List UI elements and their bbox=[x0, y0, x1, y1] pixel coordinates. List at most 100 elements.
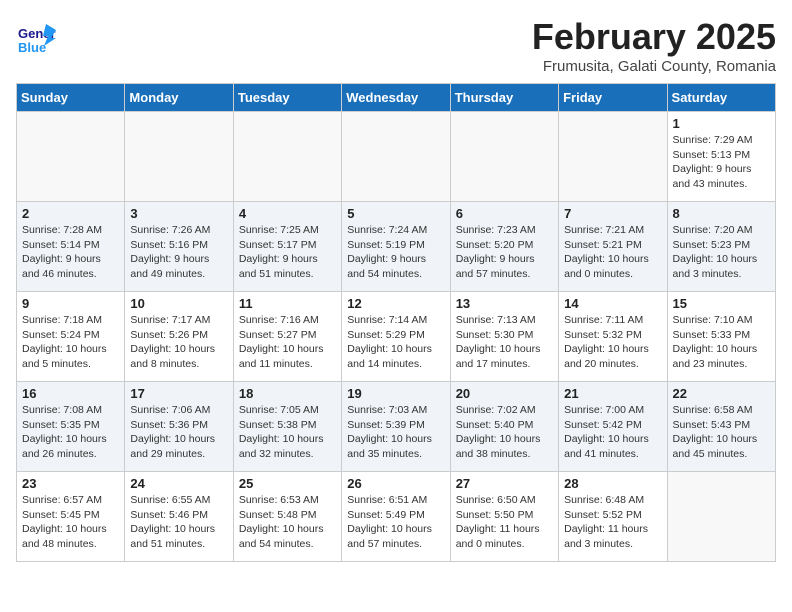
calendar-cell: 23 Sunrise: 6:57 AM Sunset: 5:45 PM Dayli… bbox=[17, 472, 125, 562]
calendar-cell bbox=[559, 112, 667, 202]
calendar-cell: 11 Sunrise: 7:16 AM Sunset: 5:27 PM Dayli… bbox=[233, 292, 341, 382]
day-number: 5 bbox=[347, 206, 444, 221]
calendar-cell bbox=[125, 112, 233, 202]
col-header-sunday: Sunday bbox=[17, 84, 125, 112]
calendar-cell: 18 Sunrise: 7:05 AM Sunset: 5:38 PM Dayli… bbox=[233, 382, 341, 472]
calendar-cell bbox=[17, 112, 125, 202]
day-info: Sunrise: 7:13 AM Sunset: 5:30 PM Dayligh… bbox=[456, 313, 553, 372]
logo-icon: General Blue bbox=[16, 16, 56, 56]
day-number: 13 bbox=[456, 296, 553, 311]
col-header-thursday: Thursday bbox=[450, 84, 558, 112]
day-info: Sunrise: 7:29 AM Sunset: 5:13 PM Dayligh… bbox=[673, 133, 770, 192]
calendar-cell: 15 Sunrise: 7:10 AM Sunset: 5:33 PM Dayli… bbox=[667, 292, 775, 382]
day-number: 27 bbox=[456, 476, 553, 491]
day-number: 12 bbox=[347, 296, 444, 311]
calendar-cell: 19 Sunrise: 7:03 AM Sunset: 5:39 PM Dayli… bbox=[342, 382, 450, 472]
day-info: Sunrise: 7:21 AM Sunset: 5:21 PM Dayligh… bbox=[564, 223, 661, 282]
day-info: Sunrise: 7:14 AM Sunset: 5:29 PM Dayligh… bbox=[347, 313, 444, 372]
location-subtitle: Frumusita, Galati County, Romania bbox=[532, 58, 776, 75]
day-number: 17 bbox=[130, 386, 227, 401]
calendar-cell: 17Sunrise: 7:06 AM Sunset: 5:36 PM Dayli… bbox=[125, 382, 233, 472]
day-info: Sunrise: 7:28 AM Sunset: 5:14 PM Dayligh… bbox=[22, 223, 119, 282]
calendar-week-row: 1 Sunrise: 7:29 AM Sunset: 5:13 PM Daylig… bbox=[17, 112, 776, 202]
calendar-cell: 2Sunrise: 7:28 AM Sunset: 5:14 PM Daylig… bbox=[17, 202, 125, 292]
day-info: Sunrise: 7:17 AM Sunset: 5:26 PM Dayligh… bbox=[130, 313, 227, 372]
day-info: Sunrise: 7:11 AM Sunset: 5:32 PM Dayligh… bbox=[564, 313, 661, 372]
calendar-cell bbox=[450, 112, 558, 202]
calendar-cell: 20Sunrise: 7:02 AM Sunset: 5:40 PM Dayli… bbox=[450, 382, 558, 472]
title-block: February 2025 Frumusita, Galati County, … bbox=[532, 16, 776, 75]
calendar-cell bbox=[667, 472, 775, 562]
day-number: 3 bbox=[130, 206, 227, 221]
calendar-cell: 1 Sunrise: 7:29 AM Sunset: 5:13 PM Daylig… bbox=[667, 112, 775, 202]
calendar-cell: 7 Sunrise: 7:21 AM Sunset: 5:21 PM Daylig… bbox=[559, 202, 667, 292]
day-number: 9 bbox=[22, 296, 119, 311]
day-info: Sunrise: 6:53 AM Sunset: 5:48 PM Dayligh… bbox=[239, 493, 336, 552]
calendar-cell bbox=[342, 112, 450, 202]
day-info: Sunrise: 7:00 AM Sunset: 5:42 PM Dayligh… bbox=[564, 403, 661, 462]
calendar-cell: 4 Sunrise: 7:25 AM Sunset: 5:17 PM Daylig… bbox=[233, 202, 341, 292]
day-info: Sunrise: 6:48 AM Sunset: 5:52 PM Dayligh… bbox=[564, 493, 661, 552]
calendar-cell: 3 Sunrise: 7:26 AM Sunset: 5:16 PM Daylig… bbox=[125, 202, 233, 292]
day-number: 1 bbox=[673, 116, 770, 131]
calendar-cell: 10 Sunrise: 7:17 AM Sunset: 5:26 PM Dayli… bbox=[125, 292, 233, 382]
day-number: 18 bbox=[239, 386, 336, 401]
day-number: 6 bbox=[456, 206, 553, 221]
day-info: Sunrise: 6:55 AM Sunset: 5:46 PM Dayligh… bbox=[130, 493, 227, 552]
calendar-cell: 26Sunrise: 6:51 AM Sunset: 5:49 PM Dayli… bbox=[342, 472, 450, 562]
day-info: Sunrise: 7:25 AM Sunset: 5:17 PM Dayligh… bbox=[239, 223, 336, 282]
day-number: 25 bbox=[239, 476, 336, 491]
calendar-week-row: 9 Sunrise: 7:18 AM Sunset: 5:24 PM Daylig… bbox=[17, 292, 776, 382]
day-number: 10 bbox=[130, 296, 227, 311]
day-info: Sunrise: 6:50 AM Sunset: 5:50 PM Dayligh… bbox=[456, 493, 553, 552]
calendar-cell: 14 Sunrise: 7:11 AM Sunset: 5:32 PM Dayli… bbox=[559, 292, 667, 382]
day-info: Sunrise: 6:58 AM Sunset: 5:43 PM Dayligh… bbox=[673, 403, 770, 462]
day-number: 24 bbox=[130, 476, 227, 491]
day-number: 11 bbox=[239, 296, 336, 311]
day-number: 16 bbox=[22, 386, 119, 401]
day-info: Sunrise: 7:18 AM Sunset: 5:24 PM Dayligh… bbox=[22, 313, 119, 372]
calendar-cell: 28 Sunrise: 6:48 AM Sunset: 5:52 PM Dayli… bbox=[559, 472, 667, 562]
day-info: Sunrise: 7:24 AM Sunset: 5:19 PM Dayligh… bbox=[347, 223, 444, 282]
day-number: 26 bbox=[347, 476, 444, 491]
day-info: Sunrise: 6:57 AM Sunset: 5:45 PM Dayligh… bbox=[22, 493, 119, 552]
day-info: Sunrise: 7:20 AM Sunset: 5:23 PM Dayligh… bbox=[673, 223, 770, 282]
page-header: General Blue February 2025 Frumusita, Ga… bbox=[16, 16, 776, 75]
calendar-cell: 16 Sunrise: 7:08 AM Sunset: 5:35 PM Dayli… bbox=[17, 382, 125, 472]
day-info: Sunrise: 7:23 AM Sunset: 5:20 PM Dayligh… bbox=[456, 223, 553, 282]
calendar-table: SundayMondayTuesdayWednesdayThursdayFrid… bbox=[16, 83, 776, 562]
day-number: 19 bbox=[347, 386, 444, 401]
day-number: 7 bbox=[564, 206, 661, 221]
day-info: Sunrise: 7:08 AM Sunset: 5:35 PM Dayligh… bbox=[22, 403, 119, 462]
calendar-cell: 27 Sunrise: 6:50 AM Sunset: 5:50 PM Dayli… bbox=[450, 472, 558, 562]
day-number: 14 bbox=[564, 296, 661, 311]
calendar-cell: 21 Sunrise: 7:00 AM Sunset: 5:42 PM Dayli… bbox=[559, 382, 667, 472]
calendar-cell: 25 Sunrise: 6:53 AM Sunset: 5:48 PM Dayli… bbox=[233, 472, 341, 562]
day-info: Sunrise: 7:03 AM Sunset: 5:39 PM Dayligh… bbox=[347, 403, 444, 462]
day-info: Sunrise: 7:26 AM Sunset: 5:16 PM Dayligh… bbox=[130, 223, 227, 282]
day-number: 21 bbox=[564, 386, 661, 401]
calendar-cell: 12 Sunrise: 7:14 AM Sunset: 5:29 PM Dayli… bbox=[342, 292, 450, 382]
day-info: Sunrise: 7:10 AM Sunset: 5:33 PM Dayligh… bbox=[673, 313, 770, 372]
calendar-week-row: 23 Sunrise: 6:57 AM Sunset: 5:45 PM Dayli… bbox=[17, 472, 776, 562]
day-number: 8 bbox=[673, 206, 770, 221]
calendar-cell: 8 Sunrise: 7:20 AM Sunset: 5:23 PM Daylig… bbox=[667, 202, 775, 292]
col-header-saturday: Saturday bbox=[667, 84, 775, 112]
day-number: 4 bbox=[239, 206, 336, 221]
month-title: February 2025 bbox=[532, 16, 776, 58]
calendar-cell: 13 Sunrise: 7:13 AM Sunset: 5:30 PM Dayli… bbox=[450, 292, 558, 382]
day-number: 15 bbox=[673, 296, 770, 311]
day-number: 28 bbox=[564, 476, 661, 491]
calendar-cell: 22Sunrise: 6:58 AM Sunset: 5:43 PM Dayli… bbox=[667, 382, 775, 472]
calendar-cell: 5 Sunrise: 7:24 AM Sunset: 5:19 PM Daylig… bbox=[342, 202, 450, 292]
calendar-header-row: SundayMondayTuesdayWednesdayThursdayFrid… bbox=[17, 84, 776, 112]
calendar-cell: 9 Sunrise: 7:18 AM Sunset: 5:24 PM Daylig… bbox=[17, 292, 125, 382]
day-info: Sunrise: 7:16 AM Sunset: 5:27 PM Dayligh… bbox=[239, 313, 336, 372]
calendar-week-row: 16 Sunrise: 7:08 AM Sunset: 5:35 PM Dayli… bbox=[17, 382, 776, 472]
day-number: 20 bbox=[456, 386, 553, 401]
logo: General Blue bbox=[16, 16, 60, 56]
day-info: Sunrise: 7:05 AM Sunset: 5:38 PM Dayligh… bbox=[239, 403, 336, 462]
calendar-cell: 24 Sunrise: 6:55 AM Sunset: 5:46 PM Dayli… bbox=[125, 472, 233, 562]
day-number: 23 bbox=[22, 476, 119, 491]
col-header-friday: Friday bbox=[559, 84, 667, 112]
